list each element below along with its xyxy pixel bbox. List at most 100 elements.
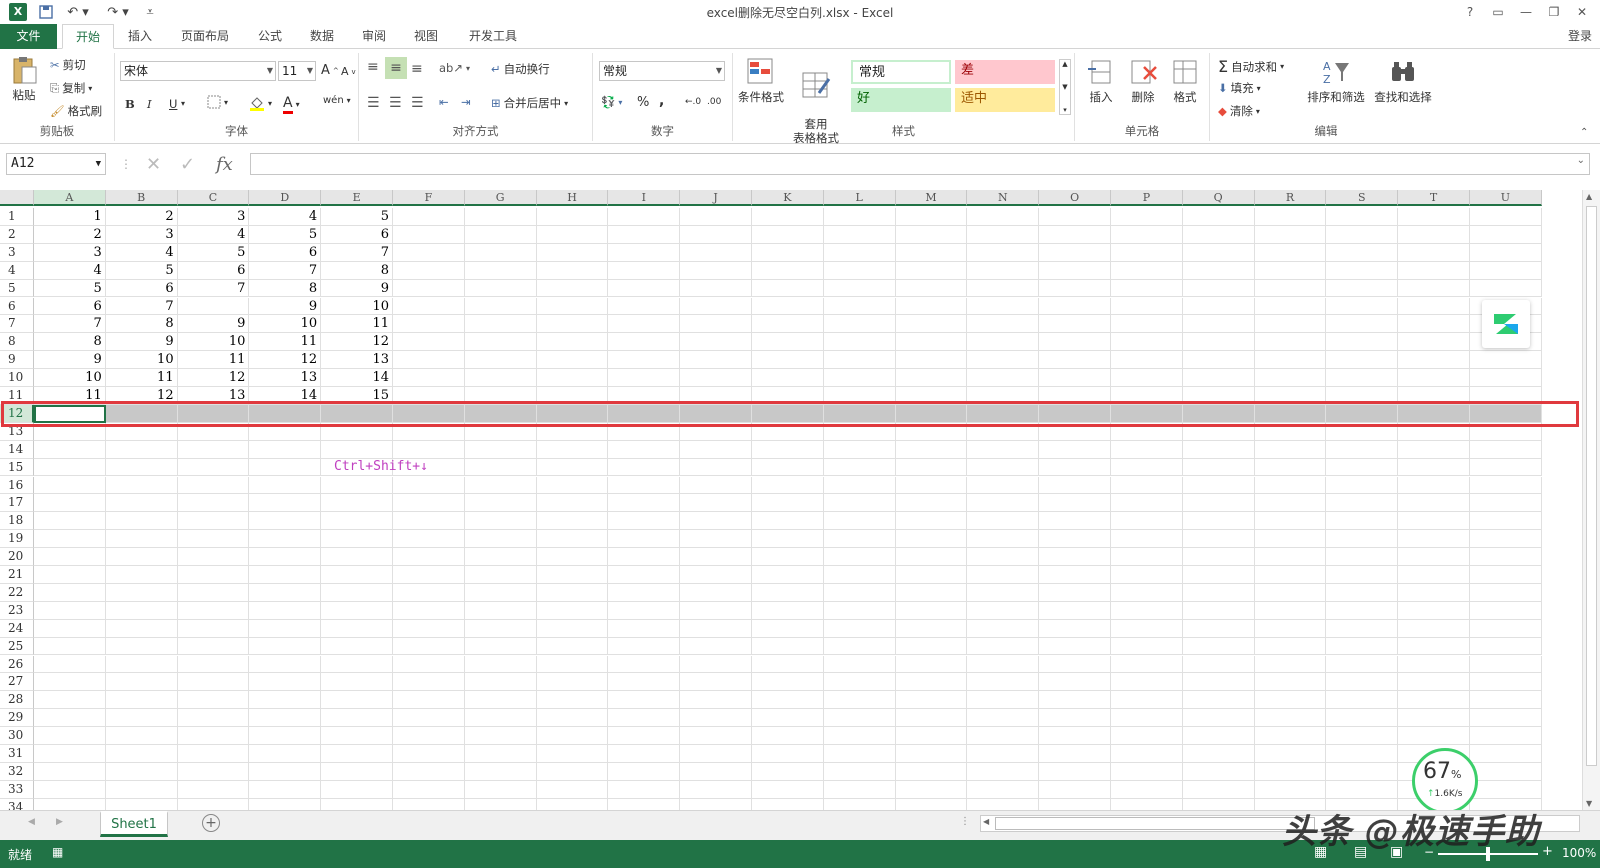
cell-N26[interactable] [967, 655, 1040, 674]
cell-Q31[interactable] [1182, 745, 1255, 763]
cell-G7[interactable] [464, 315, 537, 334]
cell-P21[interactable] [1111, 566, 1183, 584]
cell-N9[interactable] [967, 351, 1040, 370]
cell-D12[interactable] [249, 404, 322, 423]
cell-G30[interactable] [464, 727, 537, 745]
cell-D29[interactable] [249, 709, 322, 728]
tab-home[interactable]: 开始 [62, 24, 114, 49]
formula-input[interactable]: ⌄ [250, 153, 1590, 175]
cell-R7[interactable] [1254, 315, 1327, 334]
cell-D24[interactable] [249, 619, 322, 638]
cell-M20[interactable] [895, 548, 968, 566]
cell-S10[interactable] [1326, 369, 1399, 387]
cell-S5[interactable] [1326, 279, 1399, 298]
cell-P1[interactable] [1111, 208, 1183, 226]
cell-O30[interactable] [1039, 727, 1111, 745]
cell-E18[interactable] [321, 512, 393, 531]
cell-R31[interactable] [1254, 745, 1327, 763]
row-header[interactable]: 27 [0, 673, 34, 692]
cell-K7[interactable] [752, 315, 824, 334]
cell-D14[interactable] [249, 440, 322, 459]
cell-D11[interactable]: 14 [249, 387, 322, 405]
cell-J24[interactable] [680, 619, 752, 638]
cell-K28[interactable] [752, 691, 824, 710]
cell-I13[interactable] [608, 422, 681, 441]
cell-Q9[interactable] [1182, 351, 1255, 370]
page-layout-view-icon[interactable]: ▤ [1354, 844, 1367, 860]
cell-U19[interactable] [1470, 530, 1542, 549]
cell-N34[interactable] [967, 798, 1040, 810]
cell-N1[interactable] [967, 208, 1040, 226]
cell-L4[interactable] [823, 261, 896, 280]
cell-H31[interactable] [536, 745, 609, 763]
cell-U18[interactable] [1470, 512, 1542, 531]
assistant-widget-icon[interactable] [1482, 300, 1530, 348]
cell-A24[interactable] [34, 619, 106, 638]
cell-J12[interactable] [680, 404, 752, 423]
cell-C13[interactable] [177, 422, 250, 441]
horizontal-scrollbar[interactable]: ◀ [980, 815, 1580, 832]
cell-B17[interactable] [105, 494, 178, 513]
cell-L8[interactable] [823, 333, 896, 352]
cell-L25[interactable] [823, 637, 896, 656]
cell-G12[interactable] [464, 404, 537, 423]
cell-C30[interactable] [177, 727, 250, 745]
cell-D17[interactable] [249, 494, 322, 513]
cell-U9[interactable] [1470, 351, 1542, 370]
cell-M7[interactable] [895, 315, 968, 334]
cell-G27[interactable] [464, 673, 537, 692]
cell-R19[interactable] [1254, 530, 1327, 549]
cell-P4[interactable] [1111, 261, 1183, 280]
column-header[interactable]: C [177, 190, 250, 206]
row-header[interactable]: 29 [0, 709, 34, 728]
cell-S4[interactable] [1326, 261, 1399, 280]
cell-N22[interactable] [967, 583, 1040, 602]
cell-H3[interactable] [536, 243, 609, 262]
cell-A15[interactable] [34, 458, 106, 477]
cell-U5[interactable] [1470, 279, 1542, 298]
cell-L23[interactable] [823, 601, 896, 620]
cell-S1[interactable] [1326, 208, 1399, 226]
cell-P25[interactable] [1111, 637, 1183, 656]
row-header[interactable]: 16 [0, 476, 34, 495]
cell-P17[interactable] [1111, 494, 1183, 513]
cell-J20[interactable] [680, 548, 752, 566]
cell-K2[interactable] [752, 225, 824, 244]
cell-I29[interactable] [608, 709, 681, 728]
cell-F12[interactable] [393, 404, 465, 423]
cell-L20[interactable] [823, 548, 896, 566]
cell-L32[interactable] [823, 762, 896, 781]
style-normal[interactable]: 常规 [851, 60, 951, 84]
cell-R8[interactable] [1254, 333, 1327, 352]
tab-developer[interactable]: 开发工具 [456, 24, 530, 49]
cell-B13[interactable] [105, 422, 178, 441]
cell-F4[interactable] [393, 261, 465, 280]
cell-N15[interactable] [967, 458, 1040, 477]
cell-A25[interactable] [34, 637, 106, 656]
cell-K6[interactable] [752, 297, 824, 316]
styles-scroll-icon[interactable]: ▲ ▼ ▾ [1059, 59, 1071, 115]
sort-filter-button[interactable]: AZ 排序和筛选 [1304, 57, 1368, 105]
column-header[interactable]: Q [1182, 190, 1255, 206]
cell-O18[interactable] [1039, 512, 1111, 531]
cell-Q27[interactable] [1182, 673, 1255, 692]
cell-H20[interactable] [536, 548, 609, 566]
cell-E25[interactable] [321, 637, 393, 656]
cell-M15[interactable] [895, 458, 968, 477]
cell-K30[interactable] [752, 727, 824, 745]
style-bad[interactable]: 差 [955, 60, 1055, 84]
cell-H22[interactable] [536, 583, 609, 602]
cell-G4[interactable] [464, 261, 537, 280]
row-header[interactable]: 12 [0, 404, 34, 423]
cell-H24[interactable] [536, 619, 609, 638]
row-header[interactable]: 30 [0, 727, 34, 745]
middle-align-icon[interactable]: ≡ [385, 57, 407, 79]
cell-O4[interactable] [1039, 261, 1111, 280]
minimize-icon[interactable]: — [1513, 2, 1539, 22]
cell-R12[interactable] [1254, 404, 1327, 423]
next-sheet-icon[interactable]: ▶ [56, 817, 63, 827]
align-left-icon[interactable]: ☰ [367, 95, 380, 111]
cell-A18[interactable] [34, 512, 106, 531]
cell-F6[interactable] [393, 297, 465, 316]
cell-R28[interactable] [1254, 691, 1327, 710]
